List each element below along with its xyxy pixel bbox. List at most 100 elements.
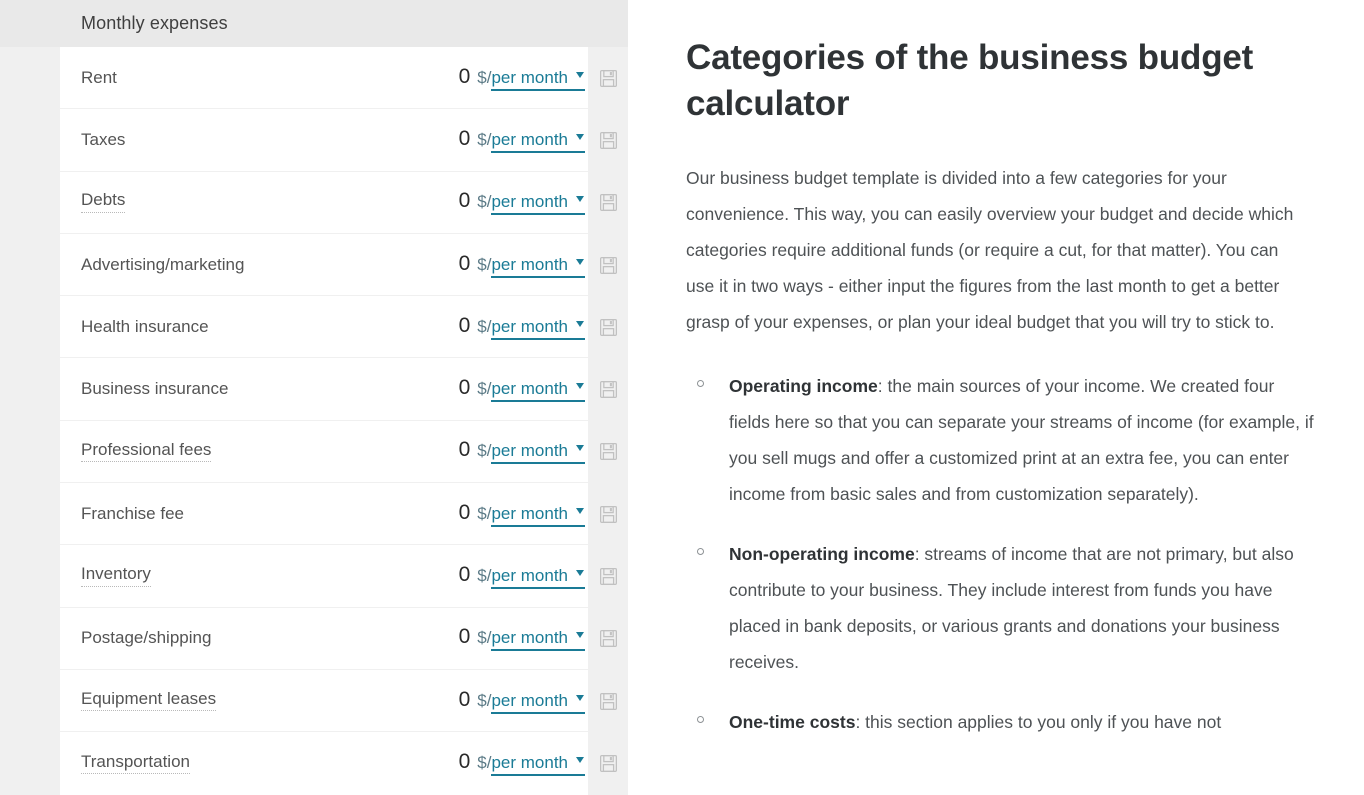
expense-row-label[interactable]: Inventory bbox=[81, 564, 151, 587]
period-select-value: per month bbox=[491, 628, 568, 648]
save-icon bbox=[599, 69, 617, 87]
save-row-button[interactable] bbox=[588, 296, 628, 358]
period-select[interactable]: per month bbox=[491, 753, 585, 777]
save-icon bbox=[599, 318, 617, 336]
period-select[interactable]: per month bbox=[491, 255, 585, 278]
save-icon bbox=[599, 754, 617, 772]
period-select[interactable]: per month bbox=[491, 691, 585, 714]
amount-input[interactable]: 0 bbox=[459, 189, 471, 213]
period-select-value: per month bbox=[491, 441, 568, 461]
expense-row-label[interactable]: Professional fees bbox=[81, 440, 212, 463]
save-icon bbox=[599, 692, 617, 710]
amount-input[interactable]: 0 bbox=[459, 688, 471, 712]
save-row-button[interactable] bbox=[588, 545, 628, 607]
currency-unit-label: $/ bbox=[477, 566, 492, 586]
period-select[interactable]: per month bbox=[491, 504, 585, 527]
chevron-down-icon bbox=[576, 258, 584, 265]
expense-row: Taxes 0 $/per month bbox=[60, 109, 588, 172]
expense-row-controls: 0 $/per month bbox=[459, 563, 585, 590]
amount-input[interactable]: 0 bbox=[459, 314, 471, 338]
expense-row: Health insurance 0 $/per month bbox=[60, 296, 588, 359]
chevron-down-icon bbox=[576, 757, 584, 764]
chevron-down-icon bbox=[576, 196, 584, 203]
expense-row-controls: 0 $/per month bbox=[459, 438, 585, 465]
amount-input[interactable]: 0 bbox=[459, 127, 471, 151]
period-select[interactable]: per month bbox=[491, 379, 585, 403]
category-list-item: Operating income: the main sources of yo… bbox=[686, 368, 1314, 512]
amount-input[interactable]: 0 bbox=[459, 376, 471, 400]
save-row-button[interactable] bbox=[588, 608, 628, 670]
amount-input[interactable]: 0 bbox=[459, 438, 471, 462]
category-term: One-time costs bbox=[729, 712, 856, 733]
expense-row-controls: 0 $/per month bbox=[459, 688, 585, 714]
amount-input[interactable]: 0 bbox=[459, 65, 471, 89]
amount-input[interactable]: 0 bbox=[459, 750, 471, 774]
expense-row: Transportation 0 $/per month bbox=[60, 732, 588, 795]
period-select[interactable]: per month bbox=[491, 628, 585, 652]
period-select-value: per month bbox=[491, 690, 568, 710]
expense-row-label: Advertising/marketing bbox=[81, 254, 245, 274]
save-buttons-column bbox=[588, 47, 628, 795]
expense-row-label[interactable]: Debts bbox=[81, 191, 126, 214]
currency-unit-label: $/ bbox=[477, 628, 492, 648]
period-select-value: per month bbox=[491, 753, 568, 773]
chevron-down-icon bbox=[576, 320, 584, 327]
chevron-down-icon bbox=[576, 71, 584, 78]
amount-input[interactable]: 0 bbox=[459, 501, 471, 525]
expense-row-controls: 0 $/per month bbox=[459, 314, 585, 340]
expense-row: Business insurance 0 $/per month bbox=[60, 358, 588, 421]
save-row-button[interactable] bbox=[588, 109, 628, 171]
period-select-value: per month bbox=[491, 254, 568, 274]
save-row-button[interactable] bbox=[588, 358, 628, 420]
currency-unit-label: $/ bbox=[477, 690, 492, 710]
bullet-circle-icon bbox=[697, 380, 704, 388]
calculator-body: Rent 0 $/per month Taxes 0 $/per month Debts 0 $… bbox=[0, 47, 628, 795]
period-select[interactable]: per month bbox=[491, 317, 585, 340]
calculator-header-title: Monthly expenses bbox=[81, 13, 228, 33]
expense-rows-list: Rent 0 $/per month Taxes 0 $/per month Debts 0 $… bbox=[60, 47, 588, 795]
period-select[interactable]: per month bbox=[491, 192, 585, 216]
expense-row-controls: 0 $/per month bbox=[459, 750, 585, 777]
amount-input[interactable]: 0 bbox=[459, 625, 471, 649]
category-term: Non-operating income bbox=[729, 544, 915, 565]
chevron-down-icon bbox=[576, 632, 584, 639]
chevron-down-icon bbox=[576, 570, 584, 577]
save-row-button[interactable] bbox=[588, 234, 628, 296]
save-row-button[interactable] bbox=[588, 172, 628, 234]
expense-row-controls: 0 $/per month bbox=[459, 625, 585, 652]
save-row-button[interactable] bbox=[588, 732, 628, 794]
page-root: Monthly expenses Rent 0 $/per month Taxes 0 $… bbox=[0, 0, 1364, 795]
save-icon bbox=[599, 443, 617, 461]
expense-row-controls: 0 $/per month bbox=[459, 376, 585, 403]
period-select[interactable]: per month bbox=[491, 130, 585, 153]
currency-unit-label: $/ bbox=[477, 503, 492, 523]
period-select[interactable]: per month bbox=[491, 441, 585, 465]
period-select-value: per month bbox=[491, 129, 568, 149]
save-icon bbox=[599, 381, 617, 399]
save-row-button[interactable] bbox=[588, 670, 628, 732]
expense-row-controls: 0 $/per month bbox=[459, 127, 585, 153]
period-select-value: per month bbox=[491, 192, 568, 212]
chevron-down-icon bbox=[576, 383, 584, 390]
save-icon bbox=[599, 131, 617, 149]
period-select-value: per month bbox=[491, 316, 568, 336]
category-term: Operating income bbox=[729, 376, 878, 397]
save-row-button[interactable] bbox=[588, 483, 628, 545]
expense-row: Debts 0 $/per month bbox=[60, 171, 588, 234]
expense-row-label[interactable]: Equipment leases bbox=[81, 689, 217, 712]
period-select[interactable]: per month bbox=[491, 68, 585, 91]
period-select-value: per month bbox=[491, 503, 568, 523]
currency-unit-label: $/ bbox=[477, 753, 492, 773]
period-select[interactable]: per month bbox=[491, 566, 585, 590]
expense-row-label[interactable]: Transportation bbox=[81, 752, 190, 775]
save-row-button[interactable] bbox=[588, 421, 628, 483]
save-icon bbox=[599, 568, 617, 586]
currency-unit-label: $/ bbox=[477, 254, 492, 274]
bullet-circle-icon bbox=[697, 548, 704, 556]
save-icon bbox=[599, 630, 617, 648]
save-row-button[interactable] bbox=[588, 47, 628, 109]
amount-input[interactable]: 0 bbox=[459, 252, 471, 276]
amount-input[interactable]: 0 bbox=[459, 563, 471, 587]
article-lead-paragraph: Our business budget template is divided … bbox=[686, 168, 1294, 333]
expense-row: Postage/shipping 0 $/per month bbox=[60, 607, 588, 670]
